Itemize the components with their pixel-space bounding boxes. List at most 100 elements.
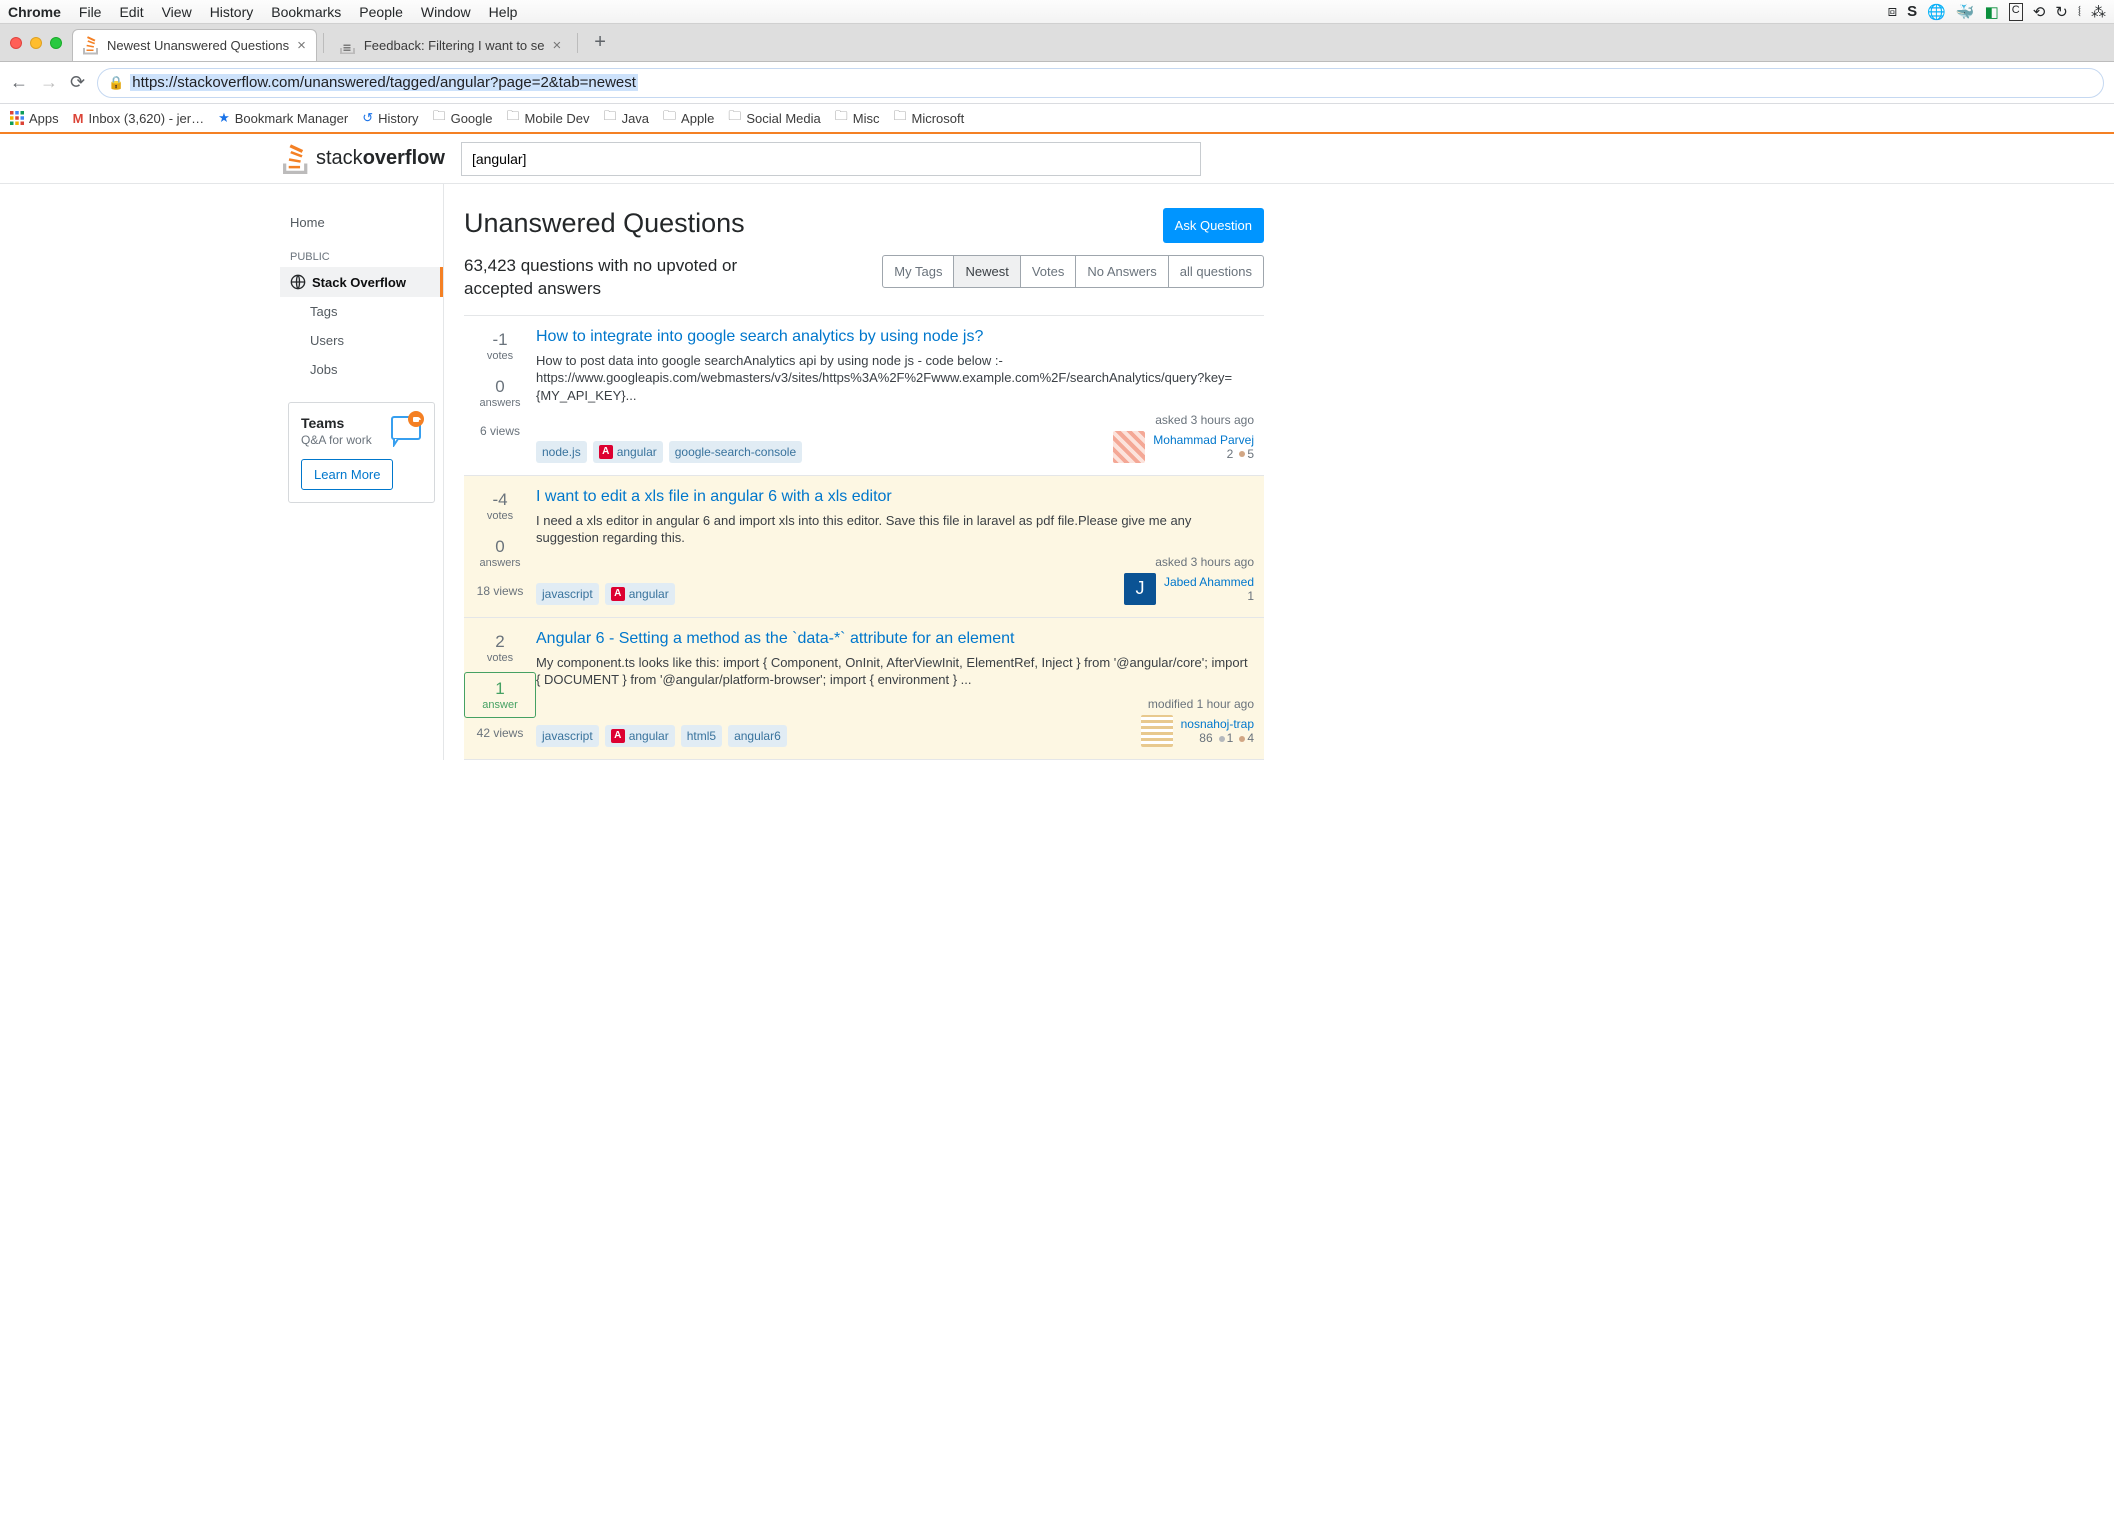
votes-label: votes — [464, 350, 536, 362]
apps-shortcut[interactable]: Apps — [10, 111, 59, 126]
folder-icon: 🗀 — [835, 107, 848, 129]
ask-question-button[interactable]: Ask Question — [1163, 208, 1264, 243]
user-link[interactable]: nosnahoj-trap — [1181, 717, 1254, 731]
user-avatar[interactable] — [1113, 431, 1145, 463]
tag-angular6[interactable]: angular6 — [728, 725, 787, 747]
dropbox-icon[interactable]: ⧈ — [1888, 3, 1898, 21]
question-title[interactable]: Angular 6 - Setting a method as the `dat… — [536, 630, 1254, 648]
tag-javascript[interactable]: javascript — [536, 583, 599, 605]
gmail-icon: M — [73, 111, 84, 126]
wifi-icon[interactable]: ⧙ — [2078, 3, 2081, 21]
globe-icon — [290, 274, 306, 290]
bookmark-folder-google[interactable]: 🗀Google — [433, 107, 493, 129]
nav-tags[interactable]: Tags — [280, 297, 443, 326]
mac-menu-edit[interactable]: Edit — [119, 4, 143, 20]
tag-angular[interactable]: Aangular — [605, 583, 675, 605]
question-title[interactable]: How to integrate into google search anal… — [536, 328, 1254, 346]
app-icon[interactable]: ◧ — [1985, 3, 1999, 21]
filter-tab-my-tags[interactable]: My Tags — [883, 256, 953, 287]
bookmark-manager[interactable]: ★Bookmark Manager — [218, 110, 348, 126]
mac-menu-file[interactable]: File — [79, 4, 102, 20]
bookmark-folder-microsoft[interactable]: 🗀Microsoft — [893, 107, 964, 129]
bookmark-label: Mobile Dev — [525, 111, 590, 126]
new-tab-button[interactable]: + — [584, 31, 616, 54]
question-body: How to integrate into google search anal… — [536, 328, 1254, 463]
minimize-window-button[interactable] — [30, 37, 42, 49]
question-stats: 2 votes 1 answer 42 views — [464, 630, 536, 747]
folder-icon: 🗀 — [604, 107, 617, 129]
browser-tabs: Newest Unanswered Questions × Feedback: … — [0, 24, 2114, 62]
so-search — [461, 142, 1201, 176]
bookmark-folder-social[interactable]: 🗀Social Media — [728, 107, 820, 129]
filter-tab-newest[interactable]: Newest — [953, 256, 1019, 287]
browser-tab-2[interactable]: Feedback: Filtering I want to se × — [330, 29, 571, 61]
sync-icon[interactable]: ⟲ — [2033, 3, 2046, 21]
apps-icon — [10, 111, 24, 125]
bookmark-folder-java[interactable]: 🗀 Java — [604, 107, 649, 129]
bookmark-label: Java — [622, 111, 649, 126]
folder-icon: 🗀 — [893, 107, 906, 129]
answers-count: 1 — [465, 679, 535, 699]
tag-node.js[interactable]: node.js — [536, 441, 587, 463]
user-avatar[interactable] — [1141, 715, 1173, 747]
close-tab-icon[interactable]: × — [297, 37, 306, 54]
question-count: 63,423 questions with no upvoted or acce… — [464, 255, 784, 301]
close-tab-icon[interactable]: × — [553, 37, 562, 54]
bookmark-folder-apple[interactable]: 🗀Apple — [663, 107, 714, 129]
bookmark-folder-mobile[interactable]: 🗀Mobile Dev — [507, 107, 590, 129]
bookmark-label: Google — [451, 111, 493, 126]
filter-tab-no-answers[interactable]: No Answers — [1075, 256, 1167, 287]
square-c-icon[interactable]: C — [2009, 3, 2023, 21]
globe-icon[interactable]: 🌐 — [1927, 3, 1946, 21]
reload-button[interactable]: ⟳ — [70, 72, 85, 93]
mac-menu-help[interactable]: Help — [489, 4, 518, 20]
mac-menu-window[interactable]: Window — [421, 4, 471, 20]
bluetooth-icon[interactable]: ⁂ — [2091, 3, 2106, 21]
answers-box: 0 answers — [464, 370, 536, 416]
address-bar[interactable]: 🔒 https://stackoverflow.com/unanswered/t… — [97, 68, 2104, 98]
user-link[interactable]: Jabed Ahammed — [1164, 575, 1254, 589]
nav-stackoverflow[interactable]: Stack Overflow — [280, 267, 443, 297]
docker-icon[interactable]: 🐳 — [1956, 3, 1975, 21]
filter-tab-all-questions[interactable]: all questions — [1168, 256, 1263, 287]
tag-angular[interactable]: Aangular — [605, 725, 675, 747]
question-tags: javascript Aangular — [536, 583, 675, 605]
tag-angular[interactable]: Aangular — [593, 441, 663, 463]
filter-tab-votes[interactable]: Votes — [1020, 256, 1076, 287]
nav-users[interactable]: Users — [280, 326, 443, 355]
votes-label: votes — [464, 510, 536, 522]
user-avatar[interactable]: J — [1124, 573, 1156, 605]
bookmark-label: History — [378, 111, 418, 126]
bookmark-label: Social Media — [746, 111, 820, 126]
bookmark-folder-misc[interactable]: 🗀Misc — [835, 107, 880, 129]
question-tags: javascript Aangular html5 angular6 — [536, 725, 787, 747]
teams-card: Teams Q&A for work Learn More — [288, 402, 435, 503]
nav-jobs[interactable]: Jobs — [280, 355, 443, 384]
back-button[interactable]: ← — [10, 72, 28, 93]
learn-more-button[interactable]: Learn More — [301, 459, 393, 490]
bookmark-history[interactable]: ↺History — [362, 110, 418, 126]
user-link[interactable]: Mohammad Parvej — [1153, 433, 1254, 447]
skype-icon[interactable]: S — [1907, 3, 1917, 21]
browser-tab-1[interactable]: Newest Unanswered Questions × — [72, 29, 317, 61]
mac-menu-history[interactable]: History — [210, 4, 254, 20]
question-body: I want to edit a xls file in angular 6 w… — [536, 488, 1254, 605]
tag-html5[interactable]: html5 — [681, 725, 722, 747]
search-input[interactable] — [461, 142, 1201, 176]
mac-menu-bookmarks[interactable]: Bookmarks — [271, 4, 341, 20]
mac-menu-people[interactable]: People — [359, 4, 403, 20]
tag-google-search-console[interactable]: google-search-console — [669, 441, 802, 463]
window-controls — [10, 37, 62, 49]
bronze-badge-icon — [1239, 736, 1245, 742]
tag-javascript[interactable]: javascript — [536, 725, 599, 747]
nav-home[interactable]: Home — [280, 208, 443, 237]
so-logo[interactable]: stackoverflow — [282, 144, 445, 174]
bookmark-inbox[interactable]: MInbox (3,620) - jer… — [73, 111, 204, 126]
timemachine-icon[interactable]: ↻ — [2055, 3, 2068, 21]
question-title[interactable]: I want to edit a xls file in angular 6 w… — [536, 488, 1254, 506]
question-stats: -4 votes 0 answers 18 views — [464, 488, 536, 605]
zoom-window-button[interactable] — [50, 37, 62, 49]
forward-button[interactable]: → — [40, 72, 58, 93]
mac-menu-view[interactable]: View — [162, 4, 192, 20]
close-window-button[interactable] — [10, 37, 22, 49]
